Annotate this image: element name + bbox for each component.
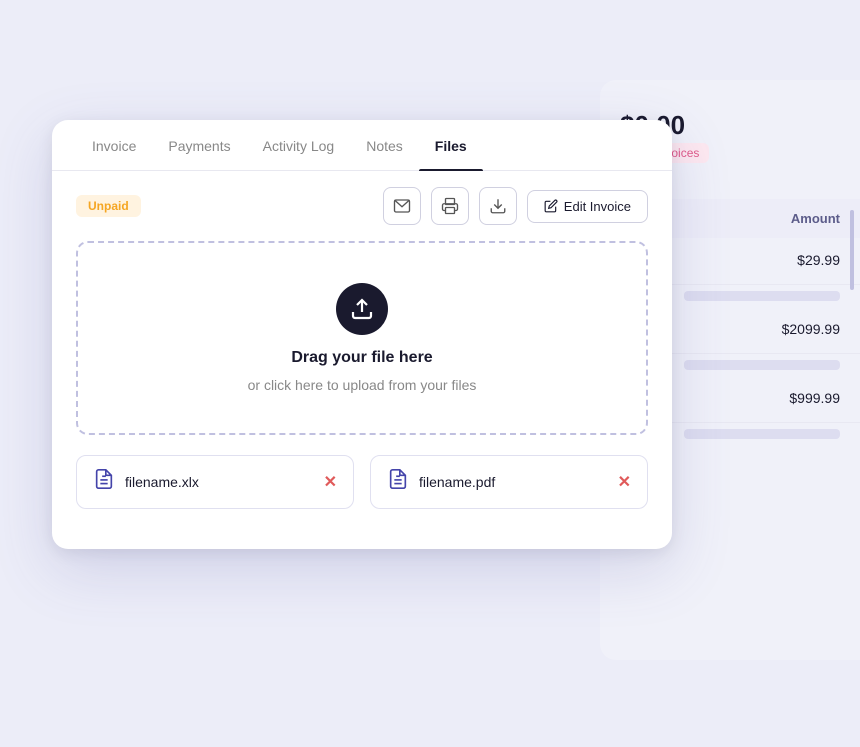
bg-placeholder-2 xyxy=(684,360,840,370)
edit-invoice-button[interactable]: Edit Invoice xyxy=(527,190,648,223)
tab-payments[interactable]: Payments xyxy=(152,120,246,170)
modal: Invoice Payments Activity Log Notes File… xyxy=(52,120,672,549)
file-item-pdf: filename.pdf ✕ xyxy=(370,455,648,509)
edit-icon xyxy=(544,199,558,213)
bg-placeholder-1 xyxy=(684,291,840,301)
tab-files[interactable]: Files xyxy=(419,120,483,170)
upload-title: Drag your file here xyxy=(291,349,432,367)
file-pdf-name: filename.pdf xyxy=(419,474,608,490)
unpaid-badge: Unpaid xyxy=(76,195,141,217)
upload-icon xyxy=(350,297,374,321)
bg-placeholder-3 xyxy=(684,429,840,439)
upload-dropzone[interactable]: Drag your file here or click here to upl… xyxy=(76,241,648,435)
modal-toolbar: Unpaid xyxy=(52,171,672,241)
file-pdf-remove-button[interactable]: ✕ xyxy=(618,472,631,492)
upload-subtitle: or click here to upload from your files xyxy=(248,377,477,393)
print-button[interactable] xyxy=(431,187,469,225)
tab-invoice[interactable]: Invoice xyxy=(76,120,152,170)
tab-bar: Invoice Payments Activity Log Notes File… xyxy=(52,120,672,171)
page-wrapper: $0.00 Due Invoices Amount $29.99 $2099.9… xyxy=(0,0,860,747)
tab-activity-log[interactable]: Activity Log xyxy=(247,120,351,170)
edit-invoice-label: Edit Invoice xyxy=(564,199,631,214)
upload-icon-circle xyxy=(336,283,388,335)
download-icon xyxy=(489,197,507,215)
file-xlx-remove-button[interactable]: ✕ xyxy=(324,472,337,492)
print-icon xyxy=(441,197,459,215)
file-pdf-icon xyxy=(387,468,409,496)
download-button[interactable] xyxy=(479,187,517,225)
email-button[interactable] xyxy=(383,187,421,225)
file-xlx-icon xyxy=(93,468,115,496)
email-icon xyxy=(393,197,411,215)
files-list: filename.xlx ✕ filename.pdf ✕ xyxy=(52,435,672,509)
file-xlx-name: filename.xlx xyxy=(125,474,314,490)
tab-notes[interactable]: Notes xyxy=(350,120,419,170)
bg-scrollbar[interactable] xyxy=(850,210,854,290)
file-item-xlx: filename.xlx ✕ xyxy=(76,455,354,509)
